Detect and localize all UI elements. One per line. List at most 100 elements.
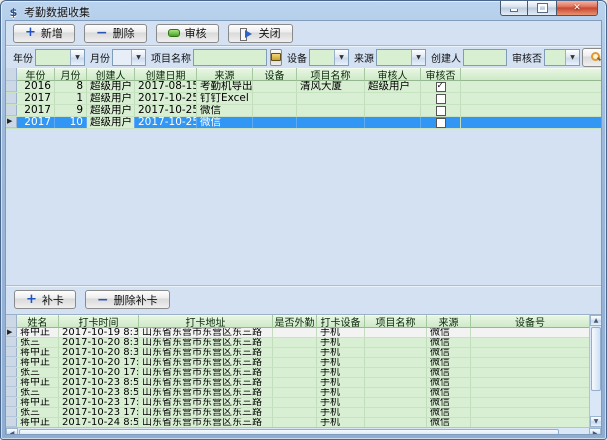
- table-cell[interactable]: 2017: [17, 105, 55, 116]
- table-cell[interactable]: [471, 328, 589, 337]
- audit-checkbox[interactable]: [436, 82, 446, 92]
- table-cell[interactable]: 蒋中正: [17, 358, 59, 367]
- table-cell[interactable]: 手机: [317, 418, 365, 427]
- table-cell[interactable]: [273, 408, 317, 417]
- table-cell[interactable]: [273, 398, 317, 407]
- table-cell[interactable]: 微信: [427, 328, 471, 337]
- table-cell[interactable]: 微信: [427, 388, 471, 397]
- table-cell[interactable]: [273, 368, 317, 377]
- table-cell[interactable]: 超级用户: [87, 105, 135, 116]
- table-cell[interactable]: [273, 378, 317, 387]
- table-cell[interactable]: [365, 117, 421, 128]
- table-row[interactable]: 蒋中正2017-10-24 8:54:山东省东营市东营区东三路手机微信: [6, 418, 589, 427]
- month-combo[interactable]: ▼: [112, 49, 146, 66]
- table-cell[interactable]: 超级用户: [87, 93, 135, 104]
- delete-supplement-button[interactable]: − 删除补卡: [85, 290, 170, 309]
- table-cell[interactable]: [273, 388, 317, 397]
- column-header[interactable]: 设备: [253, 68, 297, 81]
- project-lookup-button[interactable]: [270, 49, 282, 66]
- table-cell[interactable]: [365, 328, 427, 337]
- table-cell[interactable]: 蒋中正: [17, 398, 59, 407]
- horizontal-scroll-thumb[interactable]: [19, 429, 559, 435]
- table-cell[interactable]: 手机: [317, 398, 365, 407]
- table-cell[interactable]: 山东省东营市东营区东三路: [139, 358, 273, 367]
- table-cell[interactable]: 2017-10-23 8:54:: [59, 378, 139, 387]
- add-button[interactable]: + 新增: [13, 24, 75, 43]
- table-cell[interactable]: [253, 81, 297, 92]
- column-header[interactable]: 项目名称: [297, 68, 365, 81]
- project-name-input[interactable]: [193, 49, 267, 66]
- table-cell[interactable]: 2017-10-25: [135, 93, 197, 104]
- table-row[interactable]: 张三2017-10-23 8:54:山东省东营市东营区东三路 手机 微信: [6, 388, 589, 398]
- table-row[interactable]: 蒋中正2017-10-20 8:36:山东省东营市东营区东三路手机微信: [6, 348, 589, 358]
- chevron-down-icon[interactable]: ▼: [411, 50, 425, 65]
- table-cell[interactable]: 手机: [317, 328, 365, 337]
- column-header[interactable]: 月份: [55, 68, 87, 81]
- column-header[interactable]: 来源: [197, 68, 253, 81]
- table-cell[interactable]: 超级用户: [365, 81, 421, 92]
- table-cell[interactable]: 手机: [317, 388, 365, 397]
- table-cell[interactable]: 山东省东营市东营区东三路: [139, 338, 273, 347]
- column-header[interactable]: 创建人: [87, 68, 135, 81]
- table-cell[interactable]: [365, 348, 427, 357]
- device-combo[interactable]: ▼: [309, 49, 349, 66]
- table-cell[interactable]: [253, 93, 297, 104]
- table-cell[interactable]: 2017: [17, 117, 55, 128]
- table-row[interactable]: 张三2017-10-20 17:55山东省东营市东营区东三路手机微信: [6, 368, 589, 378]
- table-cell[interactable]: [273, 338, 317, 347]
- chevron-down-icon[interactable]: ▼: [70, 50, 84, 65]
- table-cell[interactable]: [297, 105, 365, 116]
- table-cell[interactable]: [273, 418, 317, 427]
- table-row[interactable]: 20171超级用户2017-10-25钉钉Excel: [6, 93, 601, 105]
- scroll-right-arrow-icon[interactable]: ▶: [589, 428, 601, 435]
- table-cell[interactable]: 山东省东营市东营区东三路: [139, 388, 273, 397]
- table-cell[interactable]: 手机: [317, 358, 365, 367]
- table-cell[interactable]: [365, 368, 427, 377]
- audited-combo[interactable]: ▼: [544, 49, 580, 66]
- search-button[interactable]: 查询: [582, 48, 601, 67]
- audit-checkbox[interactable]: [436, 118, 446, 128]
- table-cell[interactable]: [365, 338, 427, 347]
- vertical-scroll-thumb[interactable]: [591, 327, 601, 391]
- table-cell[interactable]: [471, 398, 589, 407]
- table-cell[interactable]: [365, 378, 427, 387]
- table-cell[interactable]: [365, 388, 427, 397]
- table-cell[interactable]: [273, 348, 317, 357]
- table-row[interactable]: 蒋中正2017-10-23 8:54:山东省东营市东营区东三路手机微信: [6, 378, 589, 388]
- table-cell[interactable]: 微信: [197, 105, 253, 116]
- table-cell[interactable]: 手机: [317, 378, 365, 387]
- table-cell[interactable]: [471, 368, 589, 377]
- table-cell[interactable]: 2017-08-15: [135, 81, 197, 92]
- table-cell[interactable]: 微信: [427, 408, 471, 417]
- table-cell[interactable]: [365, 408, 427, 417]
- scroll-left-arrow-icon[interactable]: ◀: [6, 428, 18, 435]
- table-cell[interactable]: 2017-10-23 8:54:: [59, 388, 139, 397]
- table-cell[interactable]: 张三: [17, 388, 59, 397]
- table-cell[interactable]: [253, 117, 297, 128]
- table-cell[interactable]: [471, 348, 589, 357]
- column-header[interactable]: 打卡设备: [317, 315, 365, 328]
- table-row[interactable]: 张三2017-10-20 8:35:山东省东营市东营区东三路手机微信: [6, 338, 589, 348]
- table-cell[interactable]: 张三: [17, 368, 59, 377]
- table-cell[interactable]: [297, 117, 365, 128]
- table-cell[interactable]: 钉钉Excel: [197, 93, 253, 104]
- table-cell[interactable]: [297, 93, 365, 104]
- table-cell[interactable]: 2017: [17, 93, 55, 104]
- table-cell[interactable]: 手机: [317, 348, 365, 357]
- table-cell[interactable]: 2017-10-20 17:03: [59, 358, 139, 367]
- table-cell[interactable]: 2017-10-23 17:31: [59, 408, 139, 417]
- table-cell[interactable]: 2017-10-23 17:30: [59, 398, 139, 407]
- table-cell[interactable]: 山东省东营市东营区东三路: [139, 328, 273, 337]
- column-header[interactable]: 打卡时间: [59, 315, 139, 328]
- table-cell[interactable]: 微信: [427, 368, 471, 377]
- table-row[interactable]: 201710超级用户2017-10-25微信: [6, 117, 601, 129]
- table-cell[interactable]: 2017-10-20 8:36:: [59, 348, 139, 357]
- table-cell[interactable]: 山东省东营市东营区东三路: [139, 398, 273, 407]
- table-cell[interactable]: 8: [55, 81, 87, 92]
- table-cell[interactable]: 2017-10-25: [135, 117, 197, 128]
- column-header[interactable]: 来源: [427, 315, 471, 328]
- maximize-button[interactable]: [528, 1, 556, 16]
- table-cell[interactable]: 张三: [17, 408, 59, 417]
- year-combo[interactable]: ▼: [35, 49, 85, 66]
- table-cell[interactable]: [471, 338, 589, 347]
